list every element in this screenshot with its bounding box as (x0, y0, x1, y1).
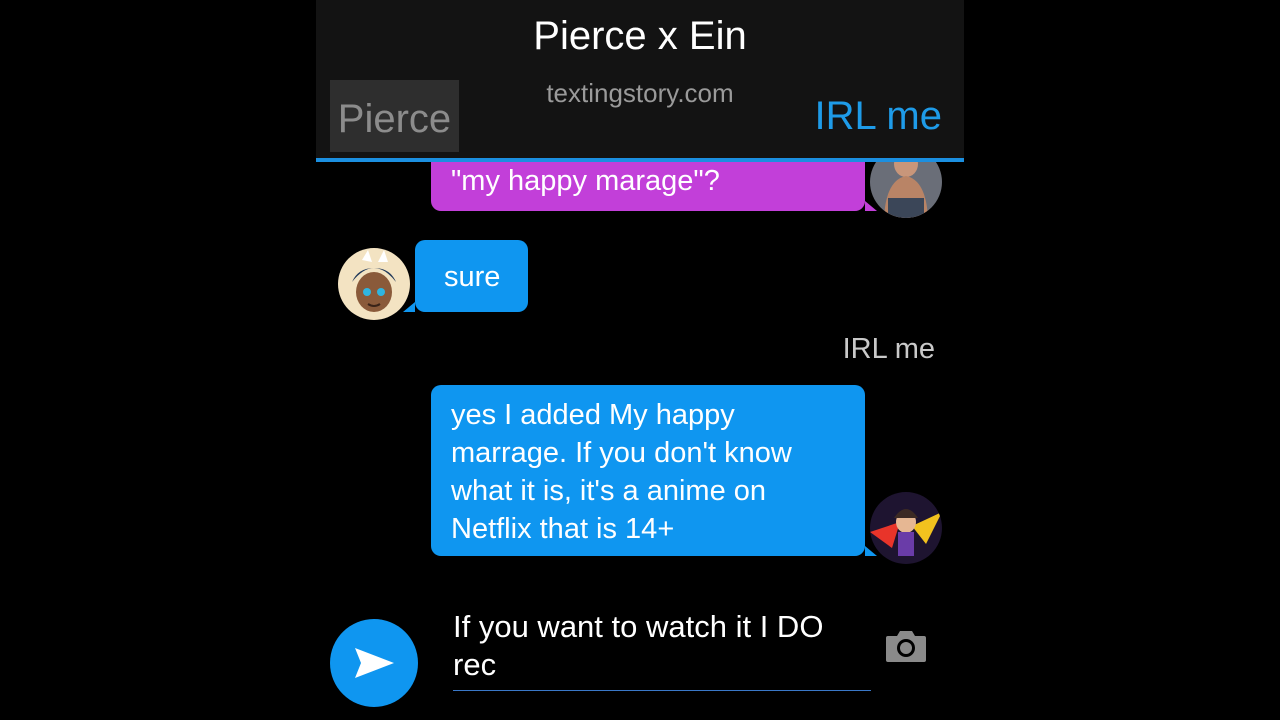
camera-button[interactable] (884, 628, 928, 664)
contact-tab-irl-me[interactable]: IRL me (815, 94, 942, 139)
avatar-pierce (338, 248, 410, 320)
message-bubble-irl-me-2: yes I added My happy marrage. If you don… (431, 385, 865, 556)
input-line: rec (453, 647, 497, 682)
camera-icon (886, 631, 926, 662)
message-bubble-pierce-1: sure (415, 240, 528, 312)
send-button[interactable] (330, 619, 418, 707)
contact-tab-pierce[interactable]: Pierce (330, 80, 459, 152)
message-line: yes I added My happy (451, 399, 735, 431)
message-line: what it is, it's a anime on (451, 475, 767, 507)
message-line: Netflix that is 14+ (451, 513, 675, 545)
chat-title: Pierce x Ein (533, 14, 747, 58)
input-underline (453, 690, 871, 691)
avatar-anime-character-image (338, 248, 410, 320)
bubble-tail (403, 302, 415, 312)
message-line: marrage. If you don't know (451, 437, 792, 469)
message-input[interactable]: If you want to watch it I DO rec (453, 608, 863, 684)
chat-header: Pierce x Ein textingstory.com Pierce IRL… (316, 0, 964, 158)
bubble-tail (865, 201, 877, 211)
avatar-winged-character-image (870, 492, 942, 564)
send-icon (355, 648, 394, 678)
message-text: sure (444, 261, 501, 293)
header-divider (316, 158, 964, 162)
message-text: "my happy marage"? (451, 165, 720, 197)
chat-screen: "my happy marage"? sure IRL me yes I add… (316, 0, 964, 720)
avatar-irl-me-2 (870, 492, 942, 564)
sender-label: IRL me (842, 333, 935, 365)
input-line: If you want to watch it I DO (453, 609, 824, 644)
